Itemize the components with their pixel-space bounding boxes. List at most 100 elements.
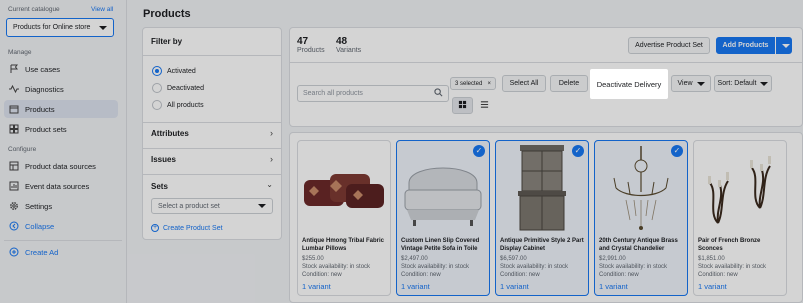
filter-option-all-products[interactable]: All products bbox=[152, 100, 204, 110]
product-stock: Stock availability: in stock bbox=[500, 264, 569, 270]
filter-panel: Filter by Activated Deactivated All prod… bbox=[142, 27, 282, 240]
box-icon bbox=[8, 103, 20, 115]
product-variants-link[interactable]: 1 variant bbox=[302, 282, 331, 291]
create-ad-label: Create Ad bbox=[25, 247, 59, 257]
list-view-button[interactable] bbox=[476, 97, 493, 114]
product-stock: Stock availability: in stock bbox=[302, 264, 371, 270]
selected-count-label: 3 selected bbox=[455, 80, 483, 87]
product-title: Pair of French Bronze Sconces bbox=[698, 238, 761, 252]
check-icon[interactable]: ✓ bbox=[473, 145, 485, 157]
select-all-button[interactable]: Select All bbox=[502, 75, 546, 92]
products-count: 47 bbox=[297, 36, 309, 47]
sidebar-item-diagnostics[interactable]: Diagnostics bbox=[4, 80, 118, 98]
database-icon bbox=[8, 160, 20, 172]
search-icon bbox=[434, 88, 443, 99]
variants-count-label: Variants bbox=[336, 47, 362, 54]
product-card[interactable]: Pair of French Bronze Sconces $1,851.00 … bbox=[693, 140, 787, 296]
sets-section[interactable]: Sets bbox=[151, 182, 168, 191]
close-icon[interactable]: × bbox=[487, 81, 491, 87]
product-variants-link[interactable]: 1 variant bbox=[401, 282, 430, 291]
view-dropdown[interactable]: View bbox=[671, 75, 711, 92]
product-card[interactable]: Antique Hmong Tribal Fabric Lumbar Pillo… bbox=[297, 140, 391, 296]
sidebar-item-products[interactable]: Products bbox=[4, 100, 118, 118]
deactivate-delivery-button[interactable]: Deactivate Delivery bbox=[590, 69, 668, 99]
advertise-product-set-button[interactable]: Advertise Product Set bbox=[628, 37, 710, 54]
collapse-label: Collapse bbox=[25, 221, 55, 231]
selected-count-badge[interactable]: 3 selected × bbox=[450, 77, 496, 90]
grid-view-button[interactable] bbox=[452, 97, 473, 114]
flag-icon bbox=[8, 63, 20, 75]
product-stock: Stock availability: in stock bbox=[599, 264, 668, 270]
filter-option-activated[interactable]: Activated bbox=[152, 66, 196, 76]
product-image bbox=[299, 142, 389, 233]
view-all-link[interactable]: View all bbox=[91, 6, 113, 13]
attributes-section[interactable]: Attributes bbox=[151, 129, 189, 138]
search-input[interactable]: Search all products bbox=[297, 85, 449, 102]
product-price: $2,991.00 bbox=[599, 256, 626, 262]
create-ad-button[interactable]: Create Ad bbox=[4, 243, 118, 261]
product-variants-link[interactable]: 1 variant bbox=[500, 282, 529, 291]
view-label: View bbox=[677, 80, 693, 87]
chevron-right-icon[interactable]: › bbox=[270, 128, 273, 138]
product-variants-link[interactable]: 1 variant bbox=[599, 282, 628, 291]
add-products-button[interactable]: Add Products bbox=[716, 37, 775, 54]
radio-icon bbox=[152, 100, 162, 110]
catalogue-select[interactable]: Products for Online store bbox=[6, 18, 114, 37]
sort-dropdown[interactable]: Sort: Default bbox=[714, 75, 772, 92]
divider bbox=[143, 148, 281, 149]
sidebar-item-event-data-sources[interactable]: Event data sources bbox=[4, 177, 118, 195]
filter-option-label: Deactivated bbox=[167, 84, 204, 92]
create-product-set-link[interactable]: + Create Product Set bbox=[151, 224, 223, 232]
pulse-icon bbox=[8, 83, 20, 95]
product-condition: Condition: new bbox=[698, 272, 738, 278]
manage-section-label: Manage bbox=[8, 49, 32, 56]
product-condition: Condition: new bbox=[401, 272, 441, 278]
collapse-icon bbox=[8, 220, 20, 232]
radio-selected-icon bbox=[152, 66, 162, 76]
sidebar-item-label: Settings bbox=[25, 201, 53, 211]
sidebar-item-label: Products bbox=[25, 104, 55, 114]
filter-option-deactivated[interactable]: Deactivated bbox=[152, 83, 204, 93]
plus-circle-icon bbox=[8, 246, 20, 258]
product-title: Custom Linen Slip Covered Vintage Petite… bbox=[401, 238, 480, 252]
product-price: $255.00 bbox=[302, 256, 324, 262]
search-placeholder: Search all products bbox=[303, 90, 363, 97]
add-products-dropdown[interactable] bbox=[776, 37, 792, 54]
sidebar-item-settings[interactable]: Settings bbox=[4, 197, 118, 215]
chevron-down-icon[interactable]: ⌄ bbox=[266, 180, 273, 189]
product-card[interactable]: ✓ 20th Century Antique Brass and Crystal… bbox=[594, 140, 688, 296]
product-title: Antique Hmong Tribal Fabric Lumbar Pillo… bbox=[302, 238, 385, 252]
current-catalogue-label: Current catalogue bbox=[8, 6, 60, 13]
plus-circle-icon: + bbox=[151, 224, 159, 232]
radio-icon bbox=[152, 83, 162, 93]
issues-section[interactable]: Issues bbox=[151, 155, 176, 164]
sidebar-item-product-data-sources[interactable]: Product data sources bbox=[4, 157, 118, 175]
sidebar-item-label: Event data sources bbox=[25, 181, 90, 191]
product-condition: Condition: new bbox=[500, 272, 540, 278]
product-card[interactable]: ✓ Antique Primitive Style 2 Part Display… bbox=[495, 140, 589, 296]
check-icon[interactable]: ✓ bbox=[572, 145, 584, 157]
chevron-down-icon bbox=[782, 43, 790, 48]
check-icon[interactable]: ✓ bbox=[671, 145, 683, 157]
divider bbox=[143, 122, 281, 123]
product-price: $1,851.00 bbox=[698, 256, 725, 262]
divider bbox=[289, 62, 803, 63]
sidebar-divider bbox=[4, 240, 122, 241]
chevron-right-icon[interactable]: › bbox=[270, 154, 273, 164]
page-title: Products bbox=[143, 8, 191, 20]
sidebar-item-product-sets[interactable]: Product sets bbox=[4, 120, 118, 138]
events-icon bbox=[8, 180, 20, 192]
sidebar-item-label: Product data sources bbox=[25, 161, 96, 171]
chevron-down-icon bbox=[99, 25, 107, 30]
sidebar-item-use-cases[interactable]: Use cases bbox=[4, 60, 118, 78]
collapse-button[interactable]: Collapse bbox=[4, 217, 118, 235]
create-product-set-label: Create Product Set bbox=[163, 224, 223, 232]
product-set-placeholder: Select a product set bbox=[158, 202, 220, 210]
chevron-down-icon bbox=[760, 81, 769, 86]
delete-button[interactable]: Delete bbox=[550, 75, 588, 92]
divider bbox=[143, 174, 281, 175]
product-set-select[interactable]: Select a product set bbox=[151, 198, 273, 214]
product-card[interactable]: ✓ Custom Linen Slip Covered Vintage Peti… bbox=[396, 140, 490, 296]
product-condition: Condition: new bbox=[599, 272, 639, 278]
product-variants-link[interactable]: 1 variant bbox=[698, 282, 727, 291]
